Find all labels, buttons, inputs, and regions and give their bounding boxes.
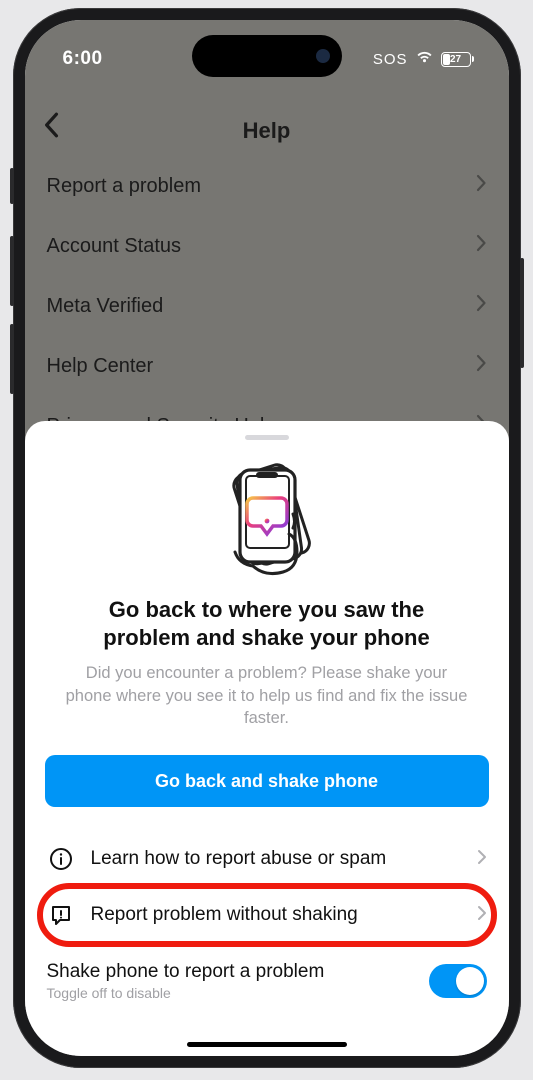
shake-phone-illustration — [45, 458, 489, 578]
menu-item-label: Report a problem — [47, 175, 202, 198]
page-title: Help — [25, 118, 509, 144]
status-time: 6:00 — [63, 48, 103, 70]
menu-item-meta-verified[interactable]: Meta Verified — [25, 276, 509, 336]
menu-item-report-problem[interactable]: Report a problem — [25, 156, 509, 216]
silence-switch — [10, 168, 14, 204]
phone-screen: 6:00 SOS 27 — [25, 20, 509, 1056]
chevron-right-icon — [476, 234, 487, 258]
sheet-grabber[interactable] — [245, 435, 289, 440]
option-report-without-shaking[interactable]: Report problem without shaking — [45, 887, 489, 943]
report-problem-sheet: Go back to where you saw the problem and… — [25, 421, 509, 1056]
menu-item-label: Account Status — [47, 235, 182, 258]
report-icon — [47, 903, 75, 927]
menu-item-account-status[interactable]: Account Status — [25, 216, 509, 276]
chevron-right-icon — [477, 905, 487, 926]
battery-percent: 27 — [450, 54, 461, 65]
front-camera — [316, 49, 330, 63]
sos-indicator: SOS — [373, 51, 408, 68]
menu-item-label: Meta Verified — [47, 295, 164, 318]
option-learn-report-abuse[interactable]: Learn how to report abuse or spam — [45, 831, 489, 887]
chevron-right-icon — [477, 849, 487, 870]
shake-toggle-switch[interactable] — [429, 964, 487, 998]
chevron-right-icon — [476, 354, 487, 378]
volume-up-button — [10, 236, 14, 306]
volume-down-button — [10, 324, 14, 394]
sheet-options: Learn how to report abuse or spam Report… — [45, 831, 489, 943]
wifi-icon — [415, 50, 434, 68]
dynamic-island — [192, 35, 342, 77]
option-label: Report problem without shaking — [91, 904, 461, 926]
back-button[interactable] — [43, 112, 59, 143]
phone-frame: 6:00 SOS 27 — [13, 8, 521, 1068]
menu-item-label: Help Center — [47, 355, 154, 378]
chevron-right-icon — [476, 294, 487, 318]
menu-item-help-center[interactable]: Help Center — [25, 336, 509, 396]
battery-indicator: 27 — [441, 52, 471, 67]
help-menu-list: Report a problem Account Status Meta Ver… — [25, 156, 509, 456]
toggle-title: Shake phone to report a problem — [47, 961, 325, 983]
go-back-shake-button[interactable]: Go back and shake phone — [45, 755, 489, 807]
shake-toggle-row: Shake phone to report a problem Toggle o… — [45, 955, 489, 1001]
home-indicator[interactable] — [187, 1042, 347, 1047]
switch-knob — [456, 967, 484, 995]
info-icon — [47, 847, 75, 871]
toggle-subtitle: Toggle off to disable — [47, 985, 325, 1001]
option-label: Learn how to report abuse or spam — [91, 848, 461, 870]
power-button — [520, 258, 524, 368]
chevron-right-icon — [476, 174, 487, 198]
sheet-subtitle: Did you encounter a problem? Please shak… — [45, 652, 489, 729]
sheet-title: Go back to where you saw the problem and… — [45, 596, 489, 652]
